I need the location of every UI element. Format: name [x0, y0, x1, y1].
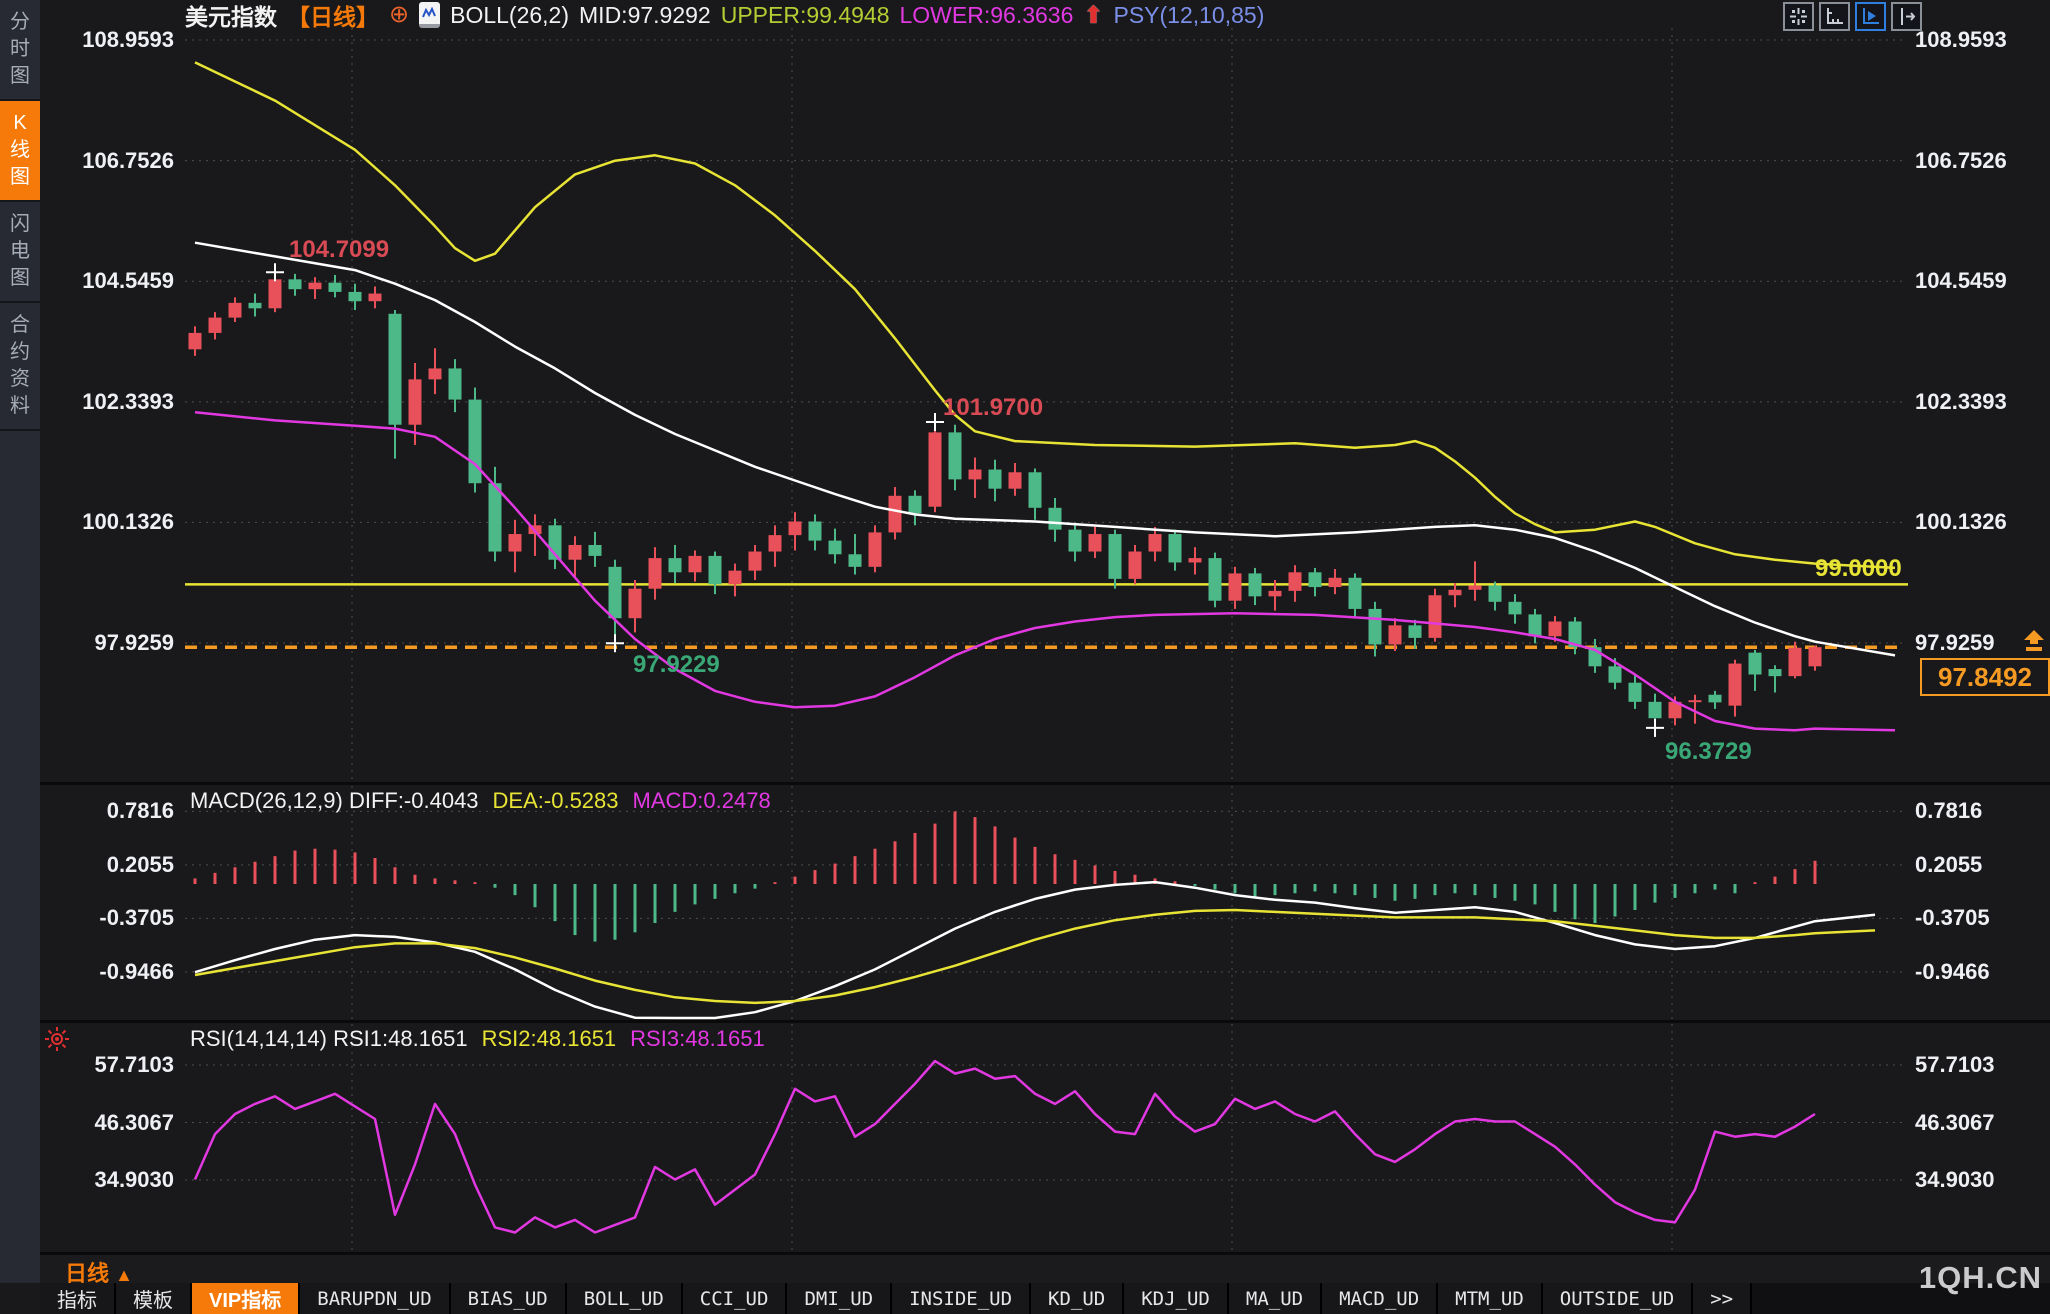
- trading-app: { "header": { "symbol": "美元指数", "period_…: [0, 0, 2050, 1314]
- axis-shift-tool-button[interactable]: [1891, 2, 1922, 31]
- boll-upper-value: UPPER:99.4948: [721, 2, 890, 29]
- pane-separator[interactable]: [40, 1020, 2050, 1023]
- mini-chart-icon[interactable]: [419, 2, 440, 28]
- boll-mid-value: MID:97.9292: [579, 2, 711, 29]
- tab-boll-ud[interactable]: BOLL_UD: [567, 1283, 683, 1314]
- rsi3-label: RSI3:48.1651: [630, 1026, 765, 1052]
- axis-play-tool-button[interactable]: [1855, 2, 1886, 31]
- sidebar-item-0[interactable]: 分时图: [0, 0, 40, 101]
- tab-outside-ud[interactable]: OUTSIDE_UD: [1543, 1283, 1693, 1314]
- tab-dmi-ud[interactable]: DMI_UD: [787, 1283, 892, 1314]
- macd-value-label: MACD:0.2478: [633, 788, 771, 814]
- tab-cci-ud[interactable]: CCI_UD: [683, 1283, 788, 1314]
- boll-lower-value: LOWER:96.3636: [900, 2, 1074, 29]
- rsi-header: RSI(14,14,14) RSI1:48.1651 RSI2:48.1651 …: [190, 1026, 765, 1052]
- target-icon[interactable]: ⊕: [389, 4, 409, 26]
- tab-ma-ud[interactable]: MA_UD: [1229, 1283, 1322, 1314]
- tab-指标[interactable]: 指标: [40, 1283, 116, 1314]
- tab-kd-ud[interactable]: KD_UD: [1031, 1283, 1124, 1314]
- chart-canvas[interactable]: [0, 0, 2050, 1314]
- macd-header: MACD(26,12,9) DIFF:-0.4043 DEA:-0.5283 M…: [190, 788, 771, 814]
- tab-vip指标[interactable]: VIP指标: [192, 1283, 300, 1314]
- chart-toolbar: [1783, 2, 1922, 31]
- tab-macd-ud[interactable]: MACD_UD: [1322, 1283, 1438, 1314]
- watermark: 1QH.CN: [1919, 1260, 2042, 1296]
- sidebar-item-1[interactable]: K线图: [0, 101, 40, 202]
- macd-diff-label: MACD(26,12,9) DIFF:-0.4043: [190, 788, 479, 814]
- tab-mtm-ud[interactable]: MTM_UD: [1438, 1283, 1543, 1314]
- sidebar-item-2[interactable]: 闪电图: [0, 202, 40, 303]
- tab-bias-ud[interactable]: BIAS_UD: [451, 1283, 567, 1314]
- rsi2-label: RSI2:48.1651: [482, 1026, 617, 1052]
- boll-indicator-label: BOLL(26,2): [450, 2, 569, 29]
- period-tag[interactable]: 【日线】: [287, 0, 379, 32]
- tab-kdj-ud[interactable]: KDJ_UD: [1124, 1283, 1229, 1314]
- pane-separator[interactable]: [40, 782, 2050, 785]
- axis-scale-tool-button[interactable]: [1819, 2, 1850, 31]
- tab-模板[interactable]: 模板: [116, 1283, 192, 1314]
- tab-barupdn-ud[interactable]: BARUPDN_UD: [300, 1283, 450, 1314]
- sidebar-item-3[interactable]: 合约资料: [0, 303, 40, 431]
- date-axis-row: 日线 ▲: [40, 1255, 2050, 1283]
- chart-header: 美元指数 【日线】 ⊕ BOLL(26,2) MID:97.9292 UPPER…: [185, 0, 1264, 30]
- indicator-tab-bar: 指标模板VIP指标BARUPDN_UDBIAS_UDBOLL_UDCCI_UDD…: [40, 1283, 2050, 1314]
- psy-indicator-label: PSY(12,10,85): [1113, 2, 1264, 29]
- rsi1-label: RSI(14,14,14) RSI1:48.1651: [190, 1026, 468, 1052]
- up-arrow-icon: ⬆: [1083, 1, 1103, 30]
- tab--[interactable]: >>: [1693, 1283, 1752, 1314]
- alert-sun-icon[interactable]: [44, 1026, 70, 1057]
- symbol-title: 美元指数: [185, 0, 277, 32]
- macd-dea-label: DEA:-0.5283: [493, 788, 619, 814]
- tab-inside-ud[interactable]: INSIDE_UD: [892, 1283, 1031, 1314]
- triangle-up-icon: ▲: [115, 1265, 133, 1285]
- chart-type-sidebar: 分时图K线图闪电图合约资料: [0, 0, 40, 1283]
- crosshair-tool-button[interactable]: [1783, 2, 1814, 31]
